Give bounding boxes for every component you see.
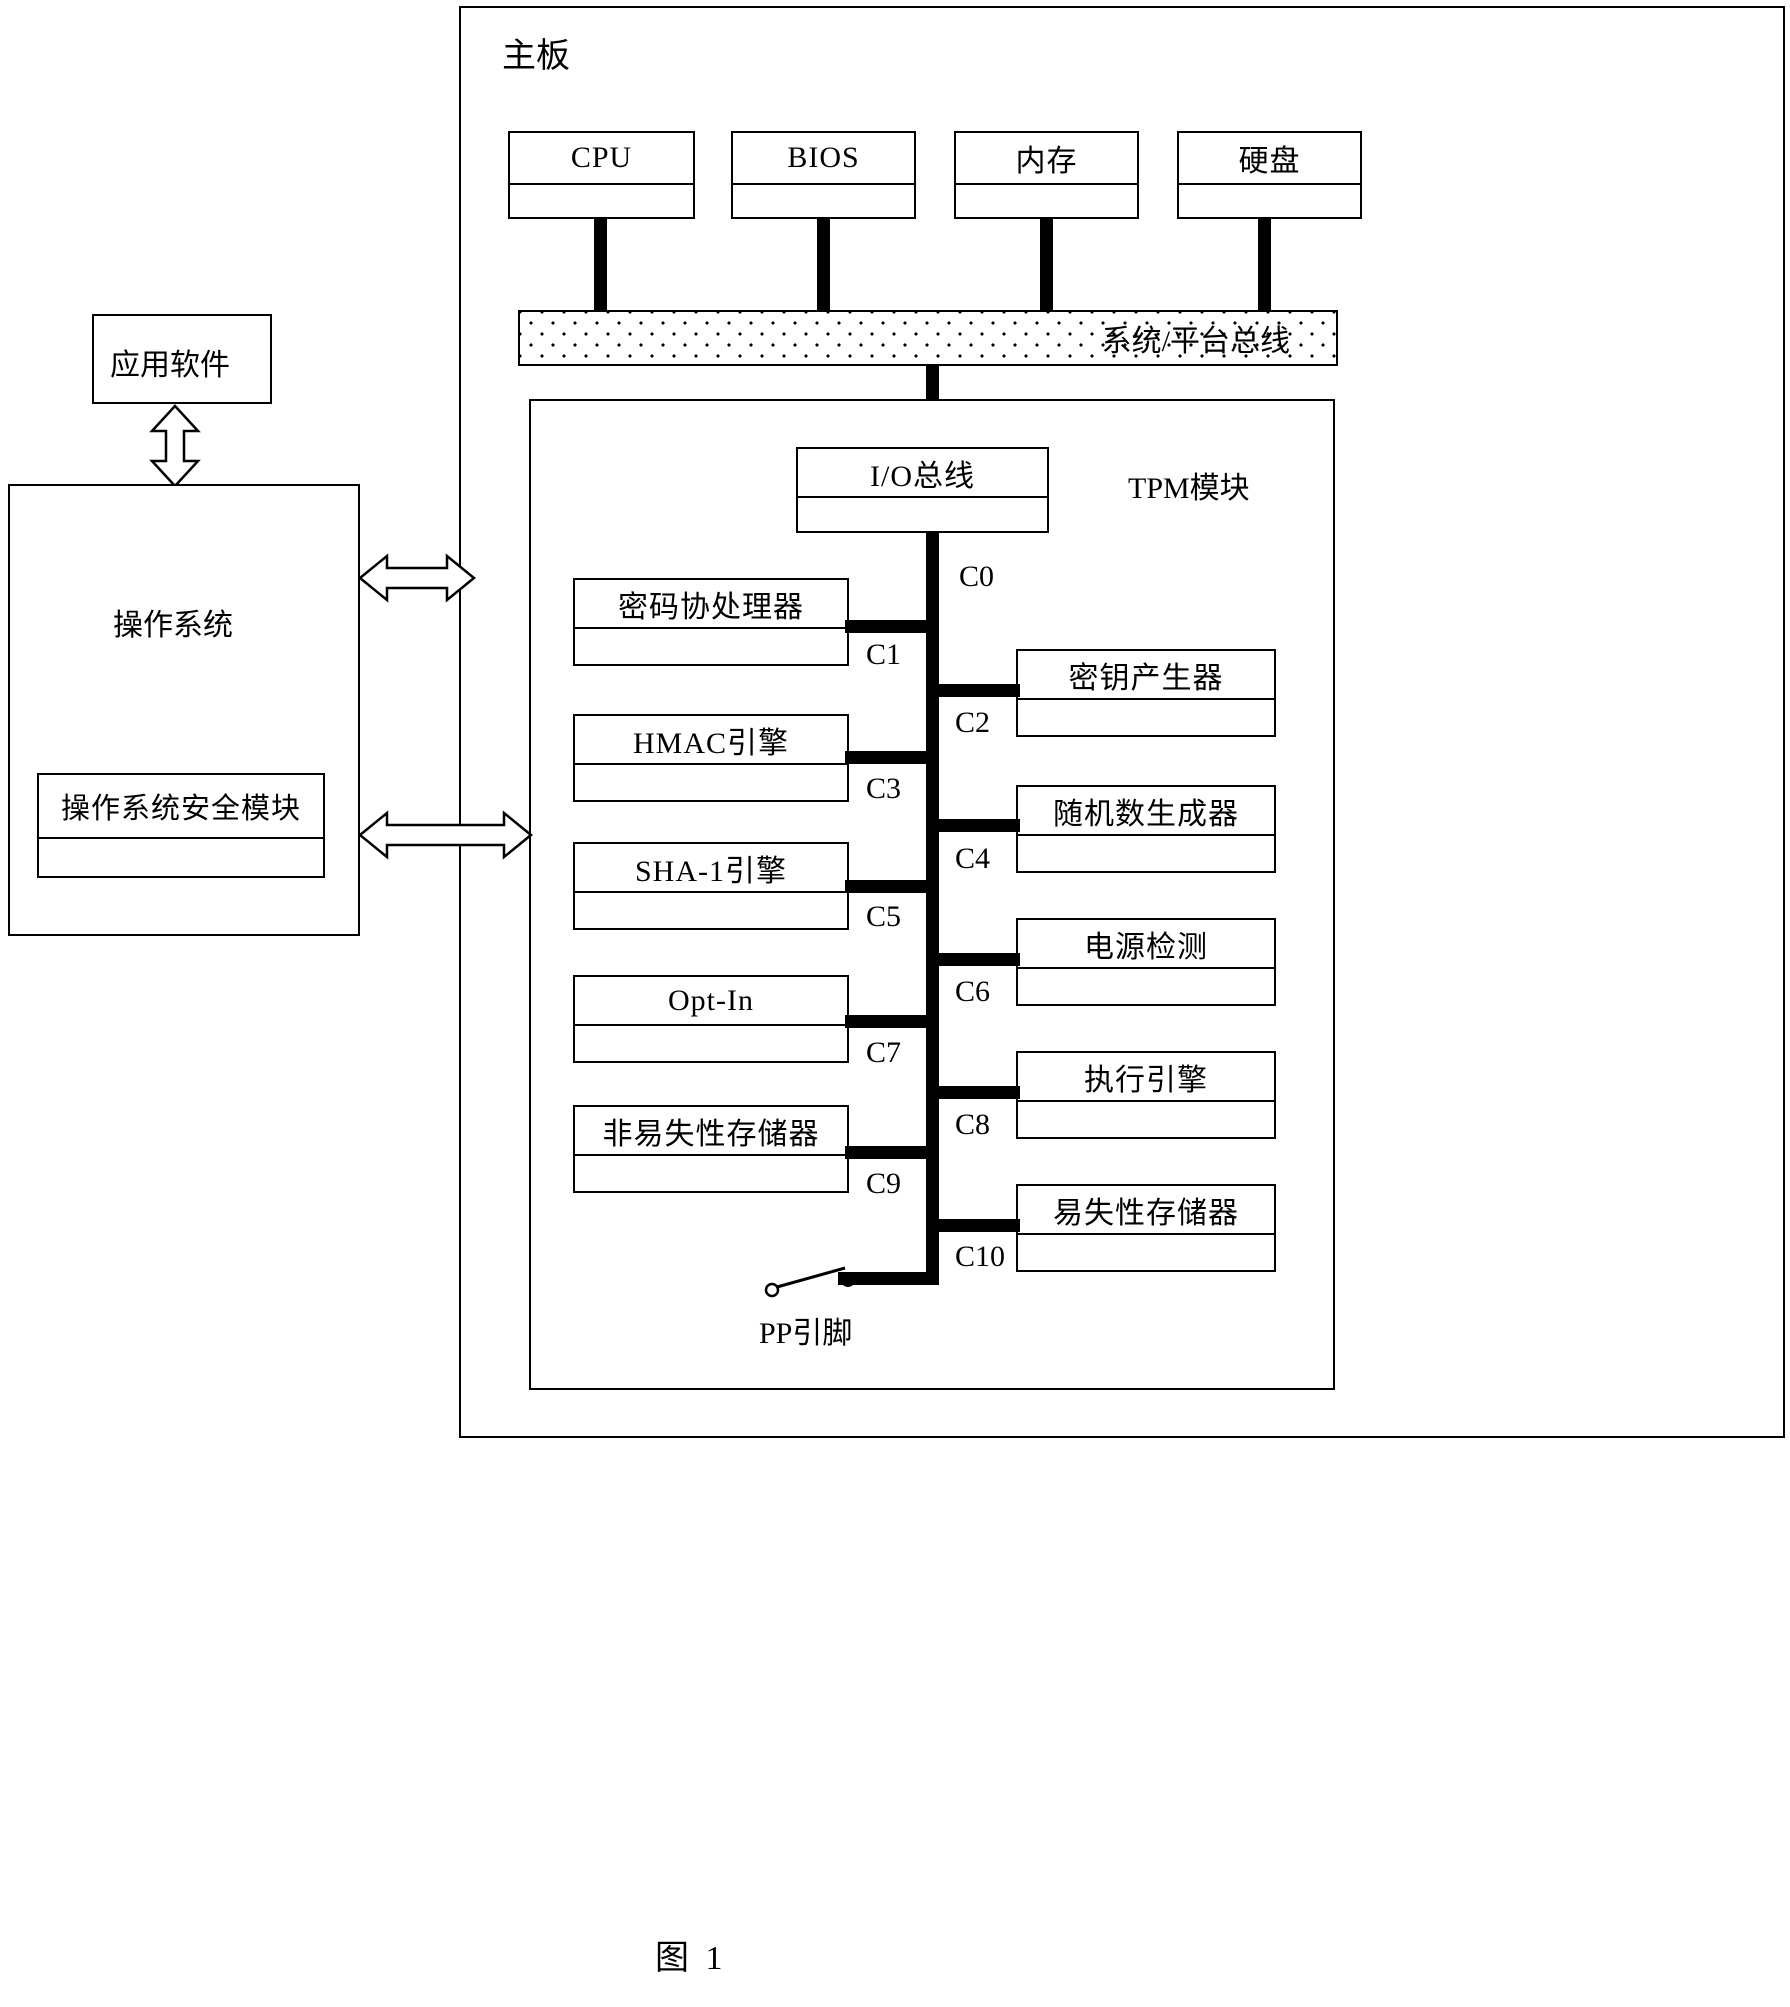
wire-c6 — [932, 953, 1020, 966]
module-opt-in-label: Opt-In — [668, 983, 754, 1017]
pp-pin-label: PP引脚 — [759, 1317, 853, 1350]
os-security-module-label: 操作系统安全模块 — [60, 793, 301, 825]
wire-memory-to-bus — [1040, 219, 1053, 312]
module-crypto-coprocessor: 密码协处理器 — [573, 578, 849, 666]
component-memory: 内存 — [954, 131, 1139, 219]
wire-c2 — [932, 684, 1020, 697]
module-power-detection: 电源检测 — [1016, 918, 1276, 1006]
module-execution-engine-label: 执行引擎 — [1084, 1063, 1208, 1097]
connector-c8-label: C8 — [955, 1108, 991, 1141]
arrow-os-motherboard-bottom — [358, 810, 533, 860]
component-harddisk-label: 硬盘 — [1238, 145, 1301, 178]
figure-caption: 图 1 — [655, 1940, 727, 1977]
io-bus-box: I/O总线 — [796, 447, 1049, 533]
operating-system-label: 操作系统 — [113, 609, 233, 642]
wire-bios-to-bus — [817, 219, 830, 312]
connector-c9-label: C9 — [866, 1167, 902, 1200]
module-hmac-engine: HMAC引擎 — [573, 714, 849, 802]
component-cpu-label: CPU — [570, 141, 633, 174]
module-power-detection-label: 电源检测 — [1084, 930, 1208, 964]
application-software-label: 应用软件 — [110, 349, 230, 382]
tpm-module-label: TPM模块 — [1128, 472, 1250, 505]
module-opt-in: Opt-In — [573, 975, 849, 1063]
connector-c0-label: C0 — [959, 560, 995, 593]
connector-c6-label: C6 — [955, 975, 991, 1008]
component-cpu: CPU — [508, 131, 695, 219]
connector-c1-label: C1 — [866, 638, 902, 671]
system-platform-bus: 系统/平台总线 — [518, 310, 1338, 366]
connector-c7-label: C7 — [866, 1036, 902, 1069]
wire-c9 — [845, 1146, 933, 1159]
os-security-module-box: 操作系统安全模块 — [37, 773, 325, 878]
module-volatile-memory: 易失性存储器 — [1016, 1184, 1276, 1272]
arrow-os-motherboard-top — [358, 553, 476, 603]
component-bios-label: BIOS — [787, 141, 860, 174]
component-harddisk: 硬盘 — [1177, 131, 1362, 219]
module-nonvolatile-memory: 非易失性存储器 — [573, 1105, 849, 1193]
wire-c1 — [845, 620, 933, 633]
module-key-generator-label: 密钥产生器 — [1068, 661, 1224, 695]
wire-c3 — [845, 751, 933, 764]
wire-c8 — [932, 1086, 1020, 1099]
wire-harddisk-to-bus — [1258, 219, 1271, 312]
module-execution-engine: 执行引擎 — [1016, 1051, 1276, 1139]
connector-c10-label: C10 — [955, 1240, 1006, 1273]
wire-c10 — [932, 1219, 1020, 1232]
figure-canvas: 主板 CPU BIOS 内存 硬盘 系统/平台总线 TPM模块 I/O总线 C0… — [0, 0, 1790, 2007]
module-volatile-memory-label: 易失性存储器 — [1053, 1196, 1239, 1230]
tpm-trunk-bus — [926, 533, 939, 1285]
component-bios: BIOS — [731, 131, 916, 219]
io-bus-label: I/O总线 — [870, 459, 975, 493]
module-random-number-generator: 随机数生成器 — [1016, 785, 1276, 873]
connector-c3-label: C3 — [866, 772, 902, 805]
component-memory-label: 内存 — [1015, 145, 1078, 178]
pp-pin-switch-icon — [764, 1266, 855, 1298]
system-bus-label: 系统/平台总线 — [1101, 325, 1290, 358]
module-random-number-generator-label: 随机数生成器 — [1053, 797, 1239, 831]
connector-c4-label: C4 — [955, 842, 991, 875]
module-key-generator: 密钥产生器 — [1016, 649, 1276, 737]
module-nonvolatile-memory-label: 非易失性存储器 — [602, 1117, 820, 1151]
wire-c4 — [932, 819, 1020, 832]
wire-cpu-to-bus — [594, 219, 607, 312]
motherboard-label: 主板 — [502, 38, 570, 75]
module-hmac-engine-label: HMAC引擎 — [632, 726, 789, 760]
module-sha1-engine-label: SHA-1引擎 — [634, 854, 787, 888]
module-crypto-coprocessor-label: 密码协处理器 — [618, 590, 804, 624]
wire-c5 — [845, 880, 933, 893]
connector-c2-label: C2 — [955, 706, 991, 739]
module-sha1-engine: SHA-1引擎 — [573, 842, 849, 930]
arrow-app-os — [149, 404, 201, 488]
connector-c5-label: C5 — [866, 900, 902, 933]
wire-c7 — [845, 1015, 933, 1028]
